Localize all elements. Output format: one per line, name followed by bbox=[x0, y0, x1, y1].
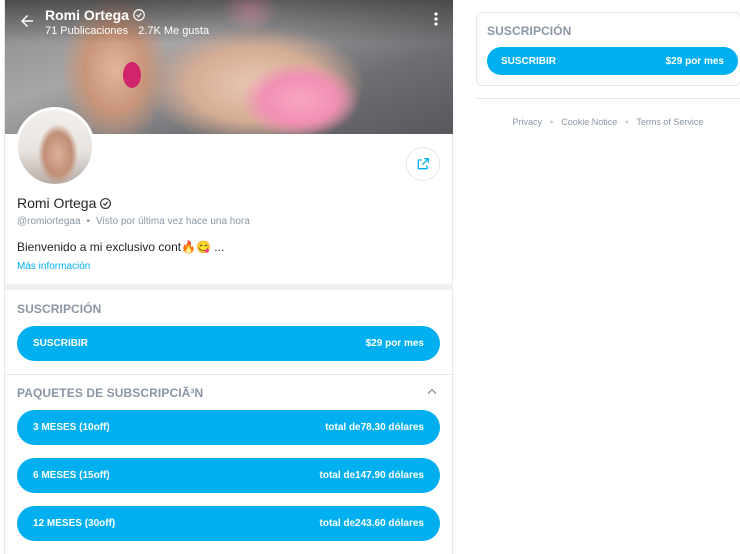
terms-link[interactable]: Terms of Service bbox=[636, 117, 703, 127]
share-icon bbox=[417, 158, 429, 170]
footer-separator: • bbox=[625, 117, 629, 127]
privacy-link[interactable]: Privacy bbox=[513, 117, 543, 127]
bundle-price: total de147.90 dólares bbox=[319, 470, 425, 481]
verified-check-icon bbox=[133, 9, 145, 21]
profile-column: Romi Ortega 71 Publicaciones 2.7K Me gus… bbox=[4, 0, 453, 554]
more-info-link[interactable]: Más información bbox=[17, 261, 90, 272]
bundle-price: total de78.30 dólares bbox=[325, 422, 424, 433]
bundle-label: 12 MESES (30off) bbox=[33, 518, 116, 529]
subscribe-price: $29 por mes bbox=[365, 338, 424, 349]
cover-photo-detail bbox=[123, 62, 141, 88]
more-menu-button[interactable] bbox=[429, 12, 443, 32]
subscribe-button-label: SUSCRIBIR bbox=[33, 338, 89, 349]
bundle-price: total de243.60 dólares bbox=[319, 518, 425, 529]
sidebar-divider bbox=[476, 98, 740, 99]
bundle-button-6-months[interactable]: 6 MESES (15off) total de147.90 dólares bbox=[17, 458, 440, 493]
bundle-button-3-months[interactable]: 3 MESES (10off) total de78.30 dólares bbox=[17, 410, 440, 445]
divider bbox=[5, 374, 453, 375]
subscribe-button[interactable]: SUSCRIBIR $29 por mes bbox=[17, 326, 440, 361]
sidebar-subscribe-button[interactable]: SUSCRIBIR $29 por mes bbox=[487, 47, 738, 75]
avatar[interactable] bbox=[15, 107, 95, 187]
profile-bio: Bienvenido a mi exclusivo cont🔥😋 ... bbox=[17, 240, 225, 254]
bundles-collapse-button[interactable] bbox=[425, 385, 439, 399]
sidebar-subscribe-label: SUSCRIBIR bbox=[501, 55, 557, 67]
profile-name: Romi Ortega bbox=[17, 195, 112, 211]
header-name-text: Romi Ortega bbox=[45, 7, 130, 23]
more-vertical-icon bbox=[434, 12, 438, 26]
footer-links: Privacy • Cookie Notice • Terms of Servi… bbox=[476, 117, 740, 127]
cookie-notice-link[interactable]: Cookie Notice bbox=[561, 117, 617, 127]
back-button[interactable] bbox=[17, 12, 37, 32]
section-separator bbox=[5, 284, 453, 290]
bundle-button-12-months[interactable]: 12 MESES (30off) total de243.60 dólares bbox=[17, 506, 440, 541]
subscription-title: SUSCRIPCIÓN bbox=[17, 302, 102, 316]
posts-count: 71 Publicaciones bbox=[45, 25, 129, 37]
share-button[interactable] bbox=[406, 147, 440, 181]
bundle-label: 6 MESES (15off) bbox=[33, 470, 110, 481]
header-stats: 71 Publicaciones 2.7K Me gusta bbox=[45, 25, 209, 37]
profile-top-bar: Romi Ortega 71 Publicaciones 2.7K Me gus… bbox=[5, 0, 453, 44]
bundles-title: PAQUETES DE SUBSCRIPCIÃ³N bbox=[17, 386, 204, 400]
username: @romiortegaa bbox=[17, 216, 81, 227]
sidebar-subscribe-price: $29 por mes bbox=[665, 55, 724, 67]
profile-meta: @romiortegaa • Visto por última vez hace… bbox=[17, 216, 250, 227]
last-seen: Visto por última vez hace una hora bbox=[96, 216, 250, 227]
arrow-left-icon bbox=[21, 15, 33, 27]
profile-name-text: Romi Ortega bbox=[17, 195, 97, 211]
bundle-label: 3 MESES (10off) bbox=[33, 422, 110, 433]
footer-separator: • bbox=[550, 117, 554, 127]
chevron-up-icon bbox=[427, 388, 437, 395]
header-name: Romi Ortega bbox=[45, 7, 146, 23]
sidebar-subscription-title: SUSCRIPCIÓN bbox=[487, 24, 572, 38]
likes-count: 2.7K Me gusta bbox=[138, 25, 210, 37]
verified-check-icon bbox=[100, 197, 112, 209]
sidebar-subscription-card: SUSCRIPCIÓN SUSCRIBIR $29 por mes bbox=[476, 12, 740, 86]
meta-separator: • bbox=[86, 216, 91, 227]
